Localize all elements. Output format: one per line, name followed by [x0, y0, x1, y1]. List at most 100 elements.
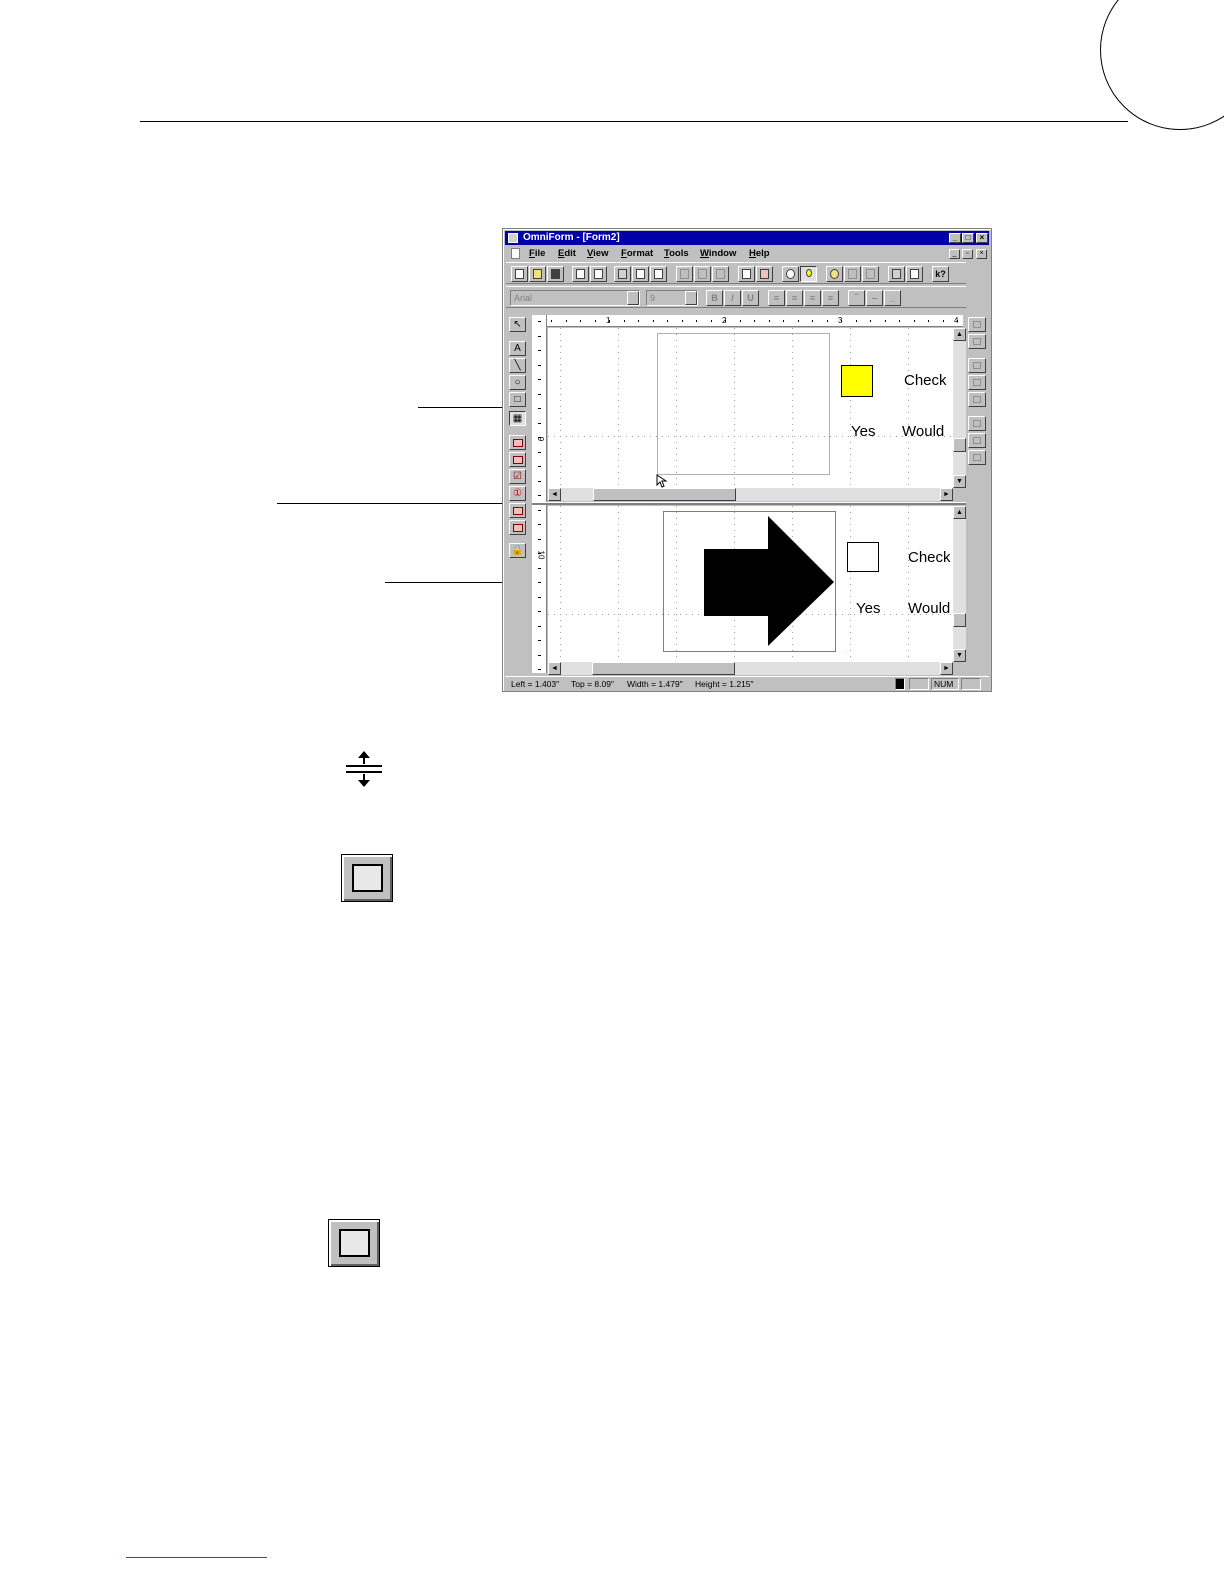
bottom-horizontal-scrollbar[interactable]: ◄ ► — [548, 662, 953, 675]
tab-order-icon[interactable] — [906, 266, 923, 282]
valign-middle-icon[interactable]: – — [866, 290, 883, 306]
empty-checkbox[interactable] — [847, 542, 879, 572]
grid-dot — [850, 638, 851, 639]
justify-icon[interactable]: ≡ — [822, 290, 839, 306]
print-icon[interactable] — [614, 266, 631, 282]
scroll-down-arrow-icon[interactable]: ▼ — [953, 649, 966, 662]
italic-icon[interactable]: / — [724, 290, 741, 306]
ellipse-tool-icon[interactable]: ○ — [509, 375, 526, 390]
scroll-up-arrow-icon[interactable]: ▲ — [953, 506, 966, 519]
bottom-vertical-scrollbar[interactable]: ▲ ▼ — [953, 506, 966, 662]
status-indicator-icon — [895, 678, 905, 690]
align-left-icon[interactable]: ≡ — [768, 290, 785, 306]
text-tool-icon[interactable]: A — [509, 341, 526, 356]
picture-field-selected[interactable] — [663, 511, 836, 652]
menu-help[interactable]: Help — [749, 246, 770, 261]
lightbulb-icon[interactable] — [800, 266, 817, 282]
align-center-icon[interactable]: ≡ — [786, 290, 803, 306]
scroll-right-arrow-icon[interactable]: ► — [940, 662, 953, 675]
bring-front-icon[interactable] — [968, 317, 986, 332]
ruler-tick — [681, 320, 683, 322]
menu-view[interactable]: View — [587, 246, 608, 261]
minimize-button[interactable]: _ — [949, 233, 961, 243]
font-size-select[interactable]: 9 — [646, 290, 698, 306]
calculator-icon[interactable] — [888, 266, 905, 282]
top-horizontal-scrollbar[interactable]: ◄ ► — [548, 488, 953, 501]
picture-field-empty[interactable] — [657, 333, 830, 475]
menu-file[interactable]: File — [529, 246, 545, 261]
cut-icon[interactable] — [676, 266, 693, 282]
help-doc-icon[interactable] — [590, 266, 607, 282]
rectangle-tool-icon[interactable]: □ — [509, 392, 526, 407]
send-back-icon[interactable] — [968, 334, 986, 349]
font-name-select[interactable]: Arial — [510, 290, 640, 306]
picture-field-tool-icon[interactable] — [509, 520, 526, 535]
doc-restore-button[interactable]: ▫ — [962, 249, 973, 259]
scroll-left-arrow-icon[interactable]: ◄ — [548, 662, 561, 675]
scroll-thumb[interactable] — [953, 613, 966, 627]
bottom-form-pane[interactable]: Check Yes Would — [548, 506, 953, 662]
align-left-edges-icon[interactable] — [968, 358, 986, 373]
menu-format[interactable]: Format — [621, 246, 653, 261]
print-setup-icon[interactable] — [572, 266, 589, 282]
underline-icon[interactable]: U — [742, 290, 759, 306]
radio-tool-icon[interactable]: ① — [509, 486, 526, 501]
object-icon[interactable] — [826, 266, 843, 282]
copy-icon[interactable] — [694, 266, 711, 282]
text-field-tool-icon[interactable] — [509, 435, 526, 450]
yellow-checkbox[interactable] — [841, 365, 873, 397]
new-icon[interactable] — [511, 266, 528, 282]
paste-icon[interactable] — [712, 266, 729, 282]
split-bar[interactable] — [532, 502, 966, 505]
group-icon[interactable] — [844, 266, 861, 282]
align-right-edges-icon[interactable] — [968, 375, 986, 390]
scroll-thumb[interactable] — [593, 488, 736, 501]
menu-tools[interactable]: Tools — [664, 246, 689, 261]
scroll-up-arrow-icon[interactable]: ▲ — [953, 328, 966, 341]
valign-bottom-icon[interactable]: _ — [884, 290, 901, 306]
grid-dot — [676, 506, 677, 507]
align-middle-objects-icon[interactable] — [968, 450, 986, 465]
ungroup-icon[interactable] — [862, 266, 879, 282]
picture-tool-icon[interactable]: ▦ — [509, 411, 526, 426]
print-preview-icon[interactable] — [632, 266, 649, 282]
grid-dot — [566, 436, 567, 437]
valign-top-icon[interactable]: ‾ — [848, 290, 865, 306]
scroll-left-arrow-icon[interactable]: ◄ — [548, 488, 561, 501]
scroll-right-arrow-icon[interactable]: ► — [940, 488, 953, 501]
pointer-tool-icon[interactable]: ↖ — [509, 317, 526, 332]
chevron-down-icon[interactable] — [627, 291, 639, 305]
chevron-down-icon[interactable] — [685, 291, 697, 305]
menu-edit[interactable]: Edit — [558, 246, 576, 261]
scroll-down-arrow-icon[interactable]: ▼ — [953, 475, 966, 488]
scan-form-icon[interactable] — [738, 266, 755, 282]
open-icon[interactable] — [529, 266, 546, 282]
align-top-edges-icon[interactable] — [968, 416, 986, 431]
save-icon[interactable] — [547, 266, 564, 282]
menu-window[interactable]: Window — [700, 246, 736, 261]
comb-field-tool-icon[interactable] — [509, 452, 526, 467]
scroll-thumb[interactable] — [592, 662, 735, 675]
grid-dot — [618, 418, 619, 419]
align-center-objects-icon[interactable] — [968, 392, 986, 407]
doc-close-button[interactable]: × — [976, 249, 987, 259]
bold-icon[interactable]: B — [706, 290, 723, 306]
zoom-icon[interactable] — [782, 266, 799, 282]
context-help-icon[interactable]: k? — [932, 266, 949, 282]
fill-form-icon[interactable] — [756, 266, 773, 282]
top-vertical-scrollbar[interactable]: ▲ ▼ — [953, 328, 966, 488]
grid-dot — [830, 436, 831, 437]
spell-check-icon[interactable] — [650, 266, 667, 282]
maximize-button[interactable]: □ — [962, 233, 974, 243]
doc-minimize-button[interactable]: _ — [949, 249, 960, 259]
document-icon[interactable] — [511, 248, 520, 259]
align-right-icon[interactable]: ≡ — [804, 290, 821, 306]
align-bottom-edges-icon[interactable] — [968, 433, 986, 448]
scroll-thumb[interactable] — [953, 438, 966, 452]
table-tool-icon[interactable] — [509, 503, 526, 518]
lock-tool-icon[interactable]: 🔒 — [509, 543, 526, 558]
checkbox-tool-icon[interactable]: ☑ — [509, 469, 526, 484]
close-button[interactable]: × — [976, 233, 988, 243]
top-form-pane[interactable]: Check Yes Would — [548, 328, 953, 488]
line-tool-icon[interactable]: ╲ — [509, 358, 526, 373]
